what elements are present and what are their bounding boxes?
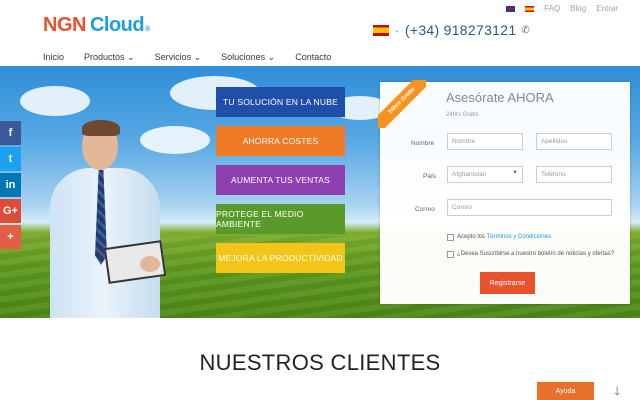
- linkedin-icon[interactable]: in: [0, 173, 21, 197]
- nav-contacto[interactable]: Contacto: [295, 52, 331, 63]
- phone-icon: ✆: [521, 24, 530, 36]
- top-links: FAQ Blog Entrar: [506, 4, 618, 13]
- name-label: Nombre: [411, 140, 435, 147]
- tile-save-costs[interactable]: AHORRA COSTES: [216, 126, 345, 156]
- newsletter-checkbox[interactable]: [447, 251, 454, 258]
- page: FAQ Blog Entrar NGN Cloud ® ⌄ (+34) 9182…: [0, 0, 640, 400]
- blog-link[interactable]: Blog: [570, 4, 586, 13]
- country-label: País: [423, 173, 437, 180]
- share-plus-icon[interactable]: +: [0, 225, 21, 249]
- terms-text: Acepto los Términos y Condiciones: [457, 234, 551, 240]
- logo[interactable]: NGN Cloud ®: [43, 14, 150, 37]
- email-input[interactable]: Correo: [447, 199, 612, 216]
- tile-productivity[interactable]: MEJORA LA PRODUCTIVIDAD: [216, 243, 345, 273]
- terms-prefix: Acepto los: [457, 234, 487, 240]
- spain-flag-icon[interactable]: [373, 24, 389, 36]
- es-flag-icon[interactable]: [525, 5, 535, 12]
- nav-soluciones[interactable]: Soluciones ⌄: [221, 52, 275, 63]
- logo-cloud: Cloud: [89, 14, 145, 36]
- help-button[interactable]: Ayuda: [537, 382, 594, 400]
- tile-protect-environment[interactable]: PROTEGE EL MEDIO AMBIENTE: [216, 204, 345, 234]
- nav-servicios[interactable]: Servicios ⌄: [155, 52, 202, 63]
- lastname-input[interactable]: Apellidos: [536, 133, 612, 150]
- contact-form: 24hrs Gratis Asesórate AHORA 24hrs Grati…: [378, 80, 630, 304]
- chevron-down-icon[interactable]: ⌄: [394, 26, 400, 34]
- free-ribbon: 24hrs Gratis: [378, 80, 426, 128]
- country-select[interactable]: Afghanistan ▼: [447, 166, 523, 183]
- faq-link[interactable]: FAQ: [544, 4, 560, 13]
- uk-flag-icon[interactable]: [506, 5, 516, 12]
- country-value: Afghanistan: [452, 171, 487, 178]
- newsletter-text: ¿Desea Suscribirse a nuestro boletín de …: [457, 251, 615, 257]
- tile-increase-sales[interactable]: AUMENTA TUS VENTAS: [216, 165, 345, 195]
- form-subtitle: 24hrs Gratis: [446, 112, 479, 118]
- arrow-down-icon[interactable]: 🡓: [614, 382, 620, 400]
- select-arrow-icon: ▼: [512, 170, 518, 176]
- logo-ngn: NGN: [43, 14, 86, 36]
- feature-tiles: TU SOLUCIÓN EN LA NUBE AHORRA COSTES AUM…: [216, 87, 345, 273]
- clients-title: NUESTROS CLIENTES: [199, 350, 441, 375]
- nav-inicio[interactable]: Inicio: [43, 52, 64, 63]
- tile-cloud-solution[interactable]: TU SOLUCIÓN EN LA NUBE: [216, 87, 345, 117]
- phone-input[interactable]: Teléfono: [536, 166, 612, 183]
- name-input[interactable]: Nombre: [447, 133, 523, 150]
- email-label: Correo: [415, 206, 435, 213]
- terms-link[interactable]: Términos y Condiciones: [487, 234, 551, 240]
- main-nav: Inicio Productos ⌄ Servicios ⌄ Solucione…: [43, 52, 331, 63]
- social-bar: f t in G+ +: [0, 121, 21, 249]
- ribbon-text: 24hrs Gratis: [378, 80, 426, 128]
- facebook-icon[interactable]: f: [0, 121, 21, 145]
- twitter-icon[interactable]: t: [0, 147, 21, 171]
- businessman-photo: [30, 106, 180, 318]
- language-phone: ⌄ (+34) 918273121 ✆: [373, 22, 530, 38]
- terms-checkbox[interactable]: [447, 234, 454, 241]
- google-plus-icon[interactable]: G+: [0, 199, 21, 223]
- form-title: Asesórate AHORA: [446, 90, 554, 105]
- register-button[interactable]: Registrarse: [480, 272, 535, 294]
- logo-reg: ®: [145, 26, 150, 33]
- nav-productos[interactable]: Productos ⌄: [84, 52, 135, 63]
- phone-number[interactable]: (+34) 918273121: [405, 22, 517, 38]
- login-link[interactable]: Entrar: [596, 4, 618, 13]
